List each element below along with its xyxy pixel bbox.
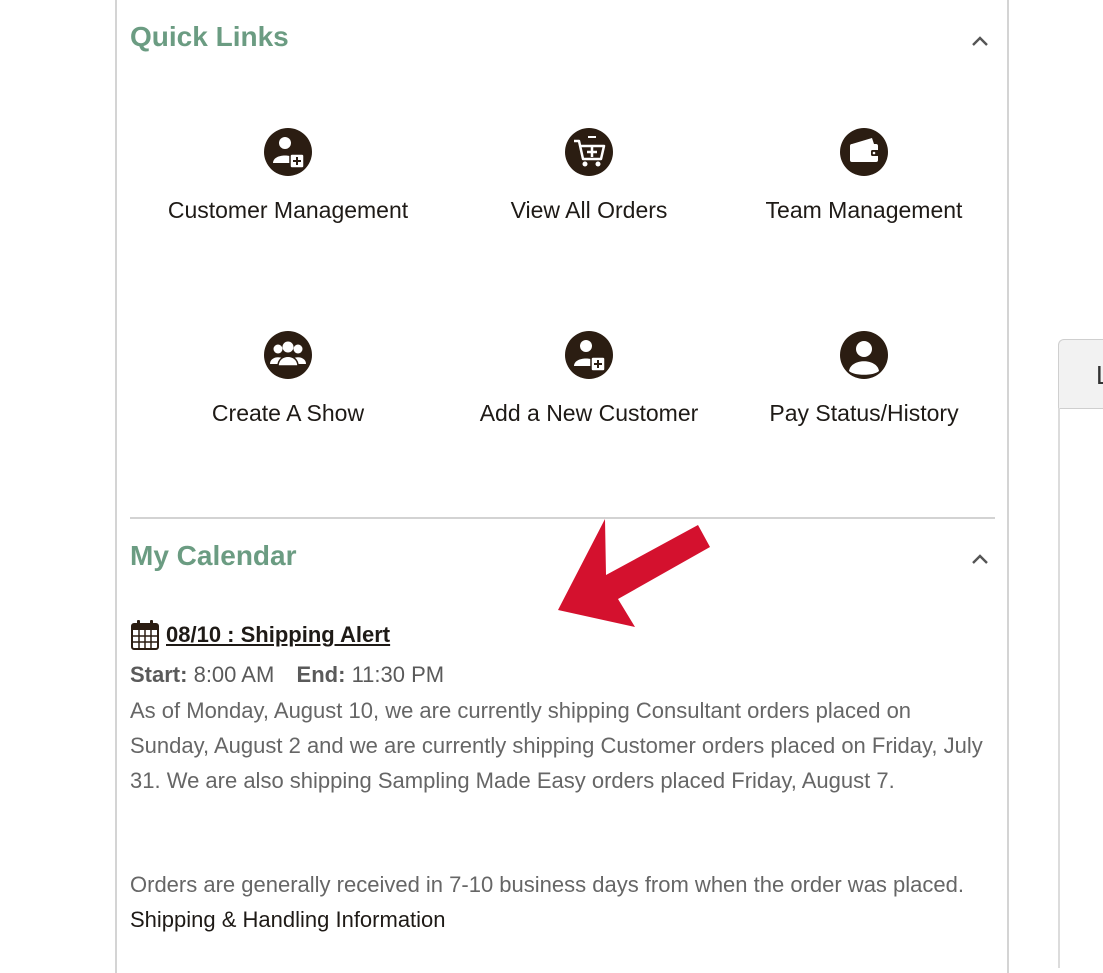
event-link[interactable]: 08/10 : Shipping Alert xyxy=(130,619,390,651)
user-add-icon xyxy=(565,331,613,379)
user-add-icon xyxy=(264,128,312,176)
group-icon xyxy=(264,331,312,379)
quick-link-create-a-show[interactable]: Create A Show xyxy=(138,330,438,427)
quick-link-team-management[interactable]: Team Management xyxy=(714,127,1014,224)
side-tab[interactable]: L xyxy=(1058,339,1103,409)
start-time: 8:00 AM xyxy=(193,662,275,687)
collapse-quick-links-chevron-up-icon[interactable] xyxy=(968,30,992,54)
event-description: As of Monday, August 10, we are currentl… xyxy=(130,698,983,793)
quick-link-label: Pay Status/History xyxy=(769,400,959,426)
quick-link-view-all-orders[interactable]: View All Orders xyxy=(439,127,739,224)
start-label: Start: xyxy=(130,662,188,687)
quick-link-pay-status-history[interactable]: Pay Status/History xyxy=(714,330,1014,427)
collapse-calendar-chevron-up-icon[interactable] xyxy=(968,548,992,572)
event-note-text: Orders are generally received in 7-10 bu… xyxy=(130,872,964,897)
quick-link-customer-management[interactable]: Customer Management xyxy=(138,127,438,224)
wallet-icon xyxy=(840,128,888,176)
event-note: Orders are generally received in 7-10 bu… xyxy=(130,867,992,937)
quick-link-label: Team Management xyxy=(765,197,963,223)
quick-link-add-new-customer[interactable]: Add a New Customer xyxy=(439,330,739,427)
quick-links-title: Quick Links xyxy=(130,21,289,52)
quick-link-label: View All Orders xyxy=(510,197,668,223)
annotation-arrow-icon xyxy=(558,519,710,627)
quick-link-label: Add a New Customer xyxy=(479,400,699,426)
my-calendar-title: My Calendar xyxy=(130,540,297,571)
side-tab-label: L xyxy=(1096,360,1103,391)
shipping-handling-link[interactable]: Shipping & Handling Information xyxy=(130,907,446,932)
side-panel-border xyxy=(1058,408,1060,968)
end-time: 11:30 PM xyxy=(351,662,445,687)
event-title: 08/10 : Shipping Alert xyxy=(166,622,391,647)
quick-link-label: Create A Show xyxy=(211,400,365,426)
event-times: Start: 8:00 AM End: 11:30 PM xyxy=(130,662,444,688)
quick-link-label: Customer Management xyxy=(167,197,409,223)
user-icon xyxy=(840,331,888,379)
cart-icon xyxy=(565,128,613,176)
end-label: End: xyxy=(296,662,346,687)
calendar-icon xyxy=(131,620,159,650)
